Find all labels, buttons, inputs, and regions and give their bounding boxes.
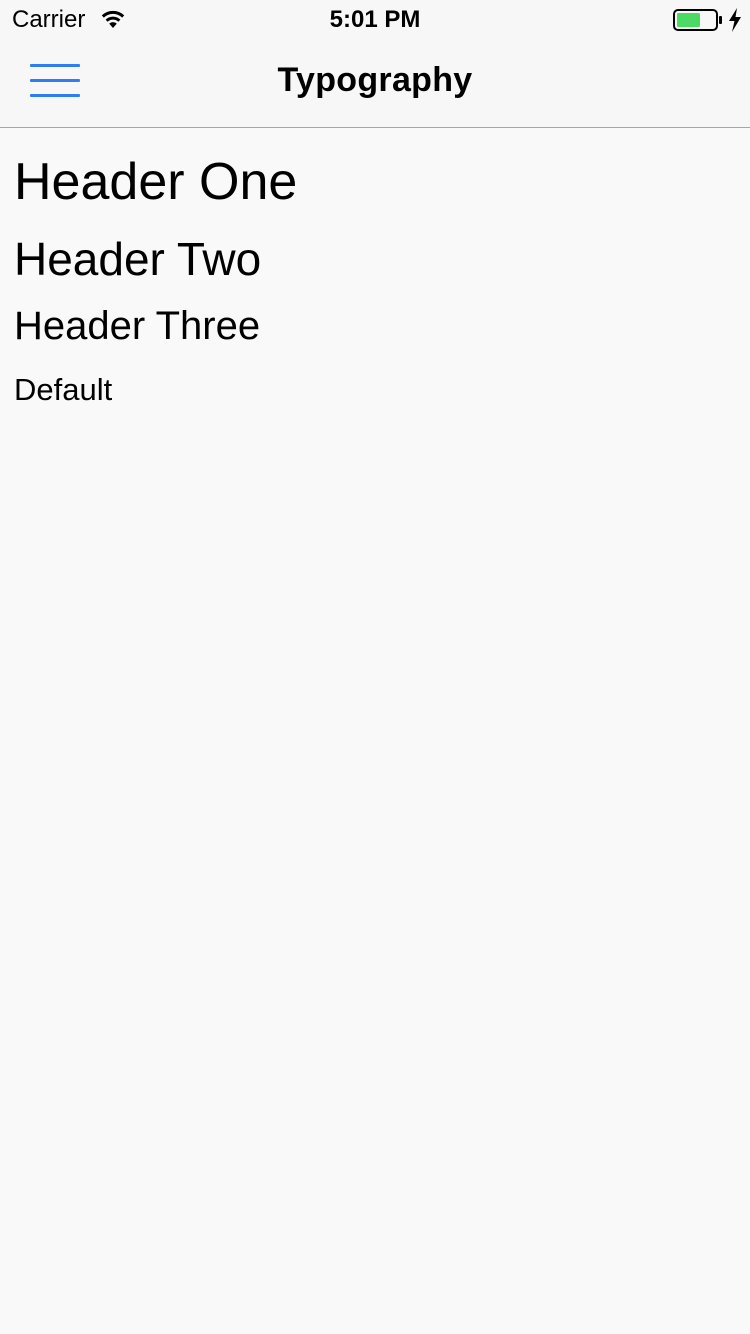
navigation-bar: Typography xyxy=(0,40,750,128)
battery-icon xyxy=(673,9,722,31)
header-three-text: Header Three xyxy=(14,304,261,348)
typography-screen: Carrier 5:01 PM Typography Header One He xyxy=(0,0,750,1334)
header-two-text: Header Two xyxy=(14,233,262,285)
menu-button[interactable] xyxy=(28,62,82,100)
status-time: 5:01 PM xyxy=(329,6,421,33)
header-one-text: Header One xyxy=(14,153,298,211)
charging-icon xyxy=(729,8,741,32)
default-text: Default xyxy=(14,372,113,407)
page-title: Typography xyxy=(277,61,473,99)
status-bar: Carrier 5:01 PM xyxy=(0,0,750,40)
